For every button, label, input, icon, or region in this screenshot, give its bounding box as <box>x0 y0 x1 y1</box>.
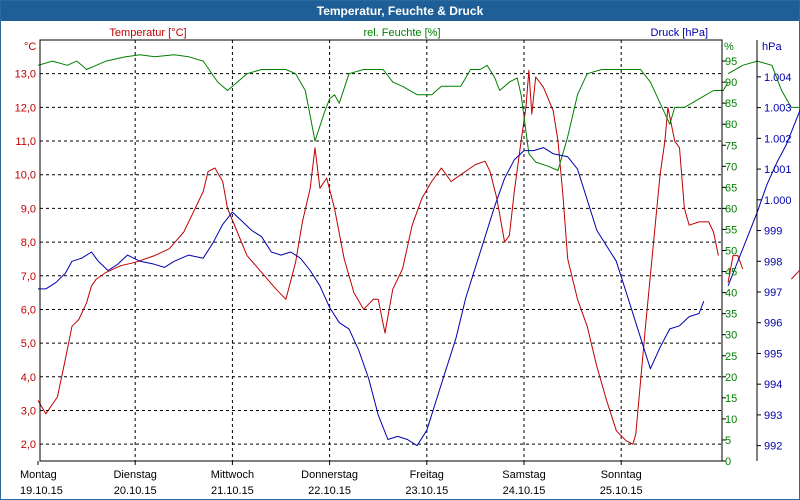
x-tick-day-label: Montag <box>20 469 57 481</box>
pressure-tick-label: 1.000 <box>764 195 792 207</box>
chart-canvas: 2,0 3,0 4,0 5,0 6,0 7,0 8,0 9,0 10,0 11,0 12,0 13,0… <box>15 27 800 497</box>
humidity-series-line <box>727 60 800 108</box>
humidity-axis-title: rel. Feuchte [%] <box>363 27 440 39</box>
humidity-tick-label: 25 <box>725 351 737 363</box>
x-tick-date-label: 19.10.15 <box>20 485 63 497</box>
humidity-tick-label: 80 <box>725 119 737 131</box>
temperature-tick-label: 13,0 <box>15 69 36 81</box>
temperature-axis-title: Temperatur [°C] <box>109 27 186 39</box>
humidity-tick-label: 70 <box>725 161 737 173</box>
temperature-tick-label: 3,0 <box>21 405 36 417</box>
pressure-tick-label: 1.004 <box>764 72 792 84</box>
temperature-tick-label: 6,0 <box>21 304 36 316</box>
humidity-tick-label: 65 <box>725 182 737 194</box>
pressure-tick-label: 1.003 <box>764 103 792 115</box>
humidity-tick-label: 30 <box>725 330 737 342</box>
pressure-axis-title: Druck [hPa] <box>651 27 708 39</box>
temperature-tick-label: 12,0 <box>15 102 36 114</box>
pressure-tick-label: 994 <box>764 379 782 391</box>
plot-area <box>40 40 722 461</box>
humidity-tick-label: 55 <box>725 224 737 236</box>
x-tick-date-label: 25.10.15 <box>600 485 643 497</box>
temperature-series-line <box>790 269 800 280</box>
humidity-tick-label: 95 <box>725 56 737 68</box>
temperature-tick-label: 10,0 <box>15 170 36 182</box>
humidity-unit-label: % <box>724 41 734 53</box>
x-tick-date-label: 21.10.15 <box>211 485 254 497</box>
humidity-tick-label: 60 <box>725 203 737 215</box>
pressure-tick-label: 999 <box>764 226 782 238</box>
pressure-tick-label: 998 <box>764 256 782 268</box>
temperature-tick-label: 7,0 <box>21 271 36 283</box>
humidity-tick-label: 90 <box>725 77 737 89</box>
temperature-tick-label: 8,0 <box>21 237 36 249</box>
pressure-tick-label: 993 <box>764 410 782 422</box>
temperature-tick-label: 2,0 <box>21 439 36 451</box>
humidity-tick-label: 85 <box>725 98 737 110</box>
temperature-tick-label: 5,0 <box>21 338 36 350</box>
x-tick-date-label: 23.10.15 <box>405 485 448 497</box>
x-tick-date-label: 22.10.15 <box>308 485 351 497</box>
pressure-tick-label: 997 <box>764 287 782 299</box>
pressure-tick-label: 992 <box>764 441 782 453</box>
x-tick-day-label: Samstag <box>502 469 545 481</box>
humidity-tick-label: 10 <box>725 414 737 426</box>
temperature-tick-label: 11,0 <box>15 136 36 148</box>
x-tick-day-label: Dienstag <box>113 469 156 481</box>
humidity-tick-label: 0 <box>725 456 731 468</box>
pressure-tick-label: 996 <box>764 318 782 330</box>
humidity-tick-label: 75 <box>725 140 737 152</box>
x-tick-day-label: Sonntag <box>601 469 642 481</box>
humidity-tick-label: 40 <box>725 288 737 300</box>
pressure-tick-label: 1.002 <box>764 133 792 145</box>
temperature-tick-label: 4,0 <box>21 372 36 384</box>
x-tick-date-label: 24.10.15 <box>503 485 546 497</box>
pressure-tick-label: 995 <box>764 348 782 360</box>
x-tick-day-label: Mittwoch <box>211 469 254 481</box>
humidity-tick-label: 5 <box>725 435 731 447</box>
humidity-tick-label: 50 <box>725 246 737 258</box>
temperature-tick-label: 9,0 <box>21 203 36 215</box>
x-tick-date-label: 20.10.15 <box>114 485 157 497</box>
humidity-tick-label: 45 <box>725 267 737 279</box>
pressure-unit-label: hPa <box>762 41 782 53</box>
temperature-unit-label: °C <box>24 41 36 53</box>
humidity-tick-label: 20 <box>725 372 737 384</box>
humidity-tick-label: 15 <box>725 393 737 405</box>
x-tick-day-label: Donnerstag <box>301 469 358 481</box>
pressure-tick-label: 1.001 <box>764 164 792 176</box>
humidity-tick-label: 35 <box>725 309 737 321</box>
x-tick-day-label: Freitag <box>410 469 444 481</box>
